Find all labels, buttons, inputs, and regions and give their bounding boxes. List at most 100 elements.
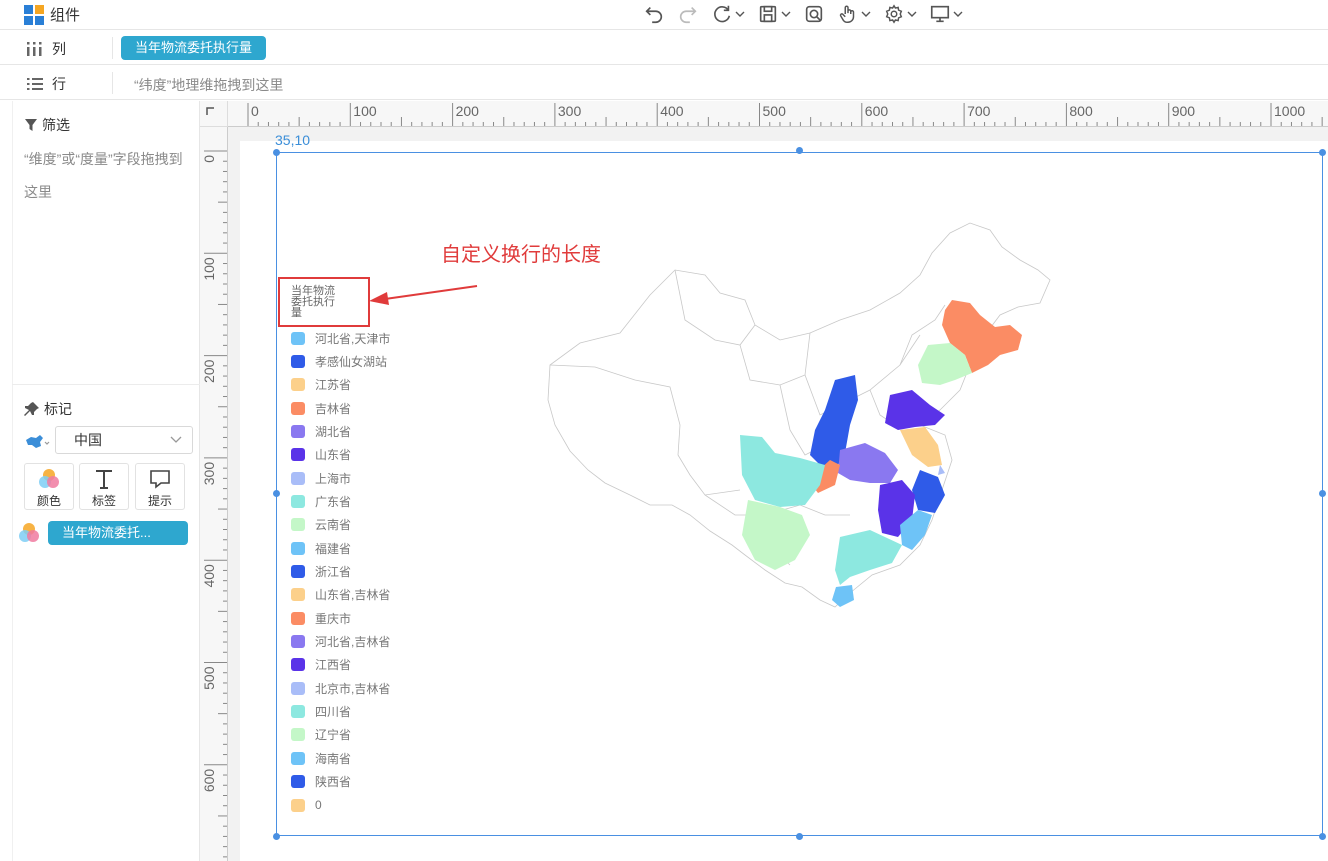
legend-label: 湖北省 bbox=[315, 424, 352, 439]
chevron-down-icon bbox=[907, 11, 917, 17]
resize-handle-w[interactable] bbox=[273, 490, 280, 497]
legend-label: 吉林省 bbox=[315, 401, 352, 416]
legend-swatch bbox=[291, 448, 305, 462]
legend-item[interactable]: 江苏省 bbox=[291, 378, 351, 392]
text-t-icon bbox=[96, 470, 112, 489]
legend-label: 山东省 bbox=[315, 448, 352, 463]
settings-gear-icon bbox=[885, 4, 903, 24]
legend-item[interactable]: 重庆市 bbox=[291, 611, 352, 626]
ruler-label: 700 bbox=[967, 103, 991, 119]
refresh-icon bbox=[714, 5, 731, 23]
legend-item[interactable]: 0 bbox=[291, 798, 322, 812]
legend-swatch bbox=[291, 471, 305, 485]
legend-item[interactable]: 云南省 bbox=[291, 518, 351, 532]
refresh-button[interactable] bbox=[708, 2, 748, 26]
legend-label: 河北省,天津市 bbox=[315, 331, 391, 346]
tooltip-mark-label: 提示 bbox=[147, 494, 172, 508]
resize-handle-n[interactable] bbox=[796, 147, 803, 154]
ruler-label: 100 bbox=[353, 103, 377, 119]
legend-item[interactable]: 福建省 bbox=[291, 541, 351, 556]
legend-item[interactable]: 辽宁省 bbox=[291, 728, 351, 742]
interaction-button[interactable] bbox=[834, 2, 874, 26]
china-map[interactable] bbox=[540, 215, 1060, 775]
column-field-pill[interactable]: 当年物流委托执行量 bbox=[121, 36, 267, 60]
settings-button[interactable] bbox=[880, 2, 920, 26]
ruler-label: 900 bbox=[1172, 103, 1196, 119]
map-type-icon[interactable] bbox=[24, 434, 50, 453]
row-drop-zone[interactable]: “纬度”地理维拖拽到这里 bbox=[134, 75, 283, 95]
legend-label: 云南省 bbox=[315, 518, 352, 533]
resize-handle-e[interactable] bbox=[1319, 490, 1326, 497]
legend-swatch bbox=[291, 681, 305, 695]
legend-swatch bbox=[291, 611, 305, 625]
component-logo-icon bbox=[24, 4, 44, 25]
position-readout: 35,10 bbox=[275, 132, 311, 148]
legend-label: 辽宁省 bbox=[315, 728, 352, 743]
vertical-ruler: 0 100 200 300 400 500 600 bbox=[200, 127, 228, 861]
chevron-down-icon bbox=[735, 11, 745, 17]
legend-item[interactable]: 江西省 bbox=[291, 658, 351, 672]
legend-item[interactable]: 浙江省 bbox=[291, 565, 351, 579]
filter-drop-zone[interactable]: “维度”或“度量”字段拖拽到这里 bbox=[24, 143, 184, 209]
ruler-label: 200 bbox=[456, 103, 480, 119]
legend-label: 0 bbox=[315, 798, 322, 812]
horizontal-ruler: 0 100 200 300 400 500 600 700 800 900 1000 bbox=[228, 101, 1328, 127]
legend-item[interactable]: 山东省,吉林省 bbox=[291, 588, 390, 602]
chevron-down-icon bbox=[861, 11, 871, 17]
color-palette-icon bbox=[19, 523, 39, 542]
legend-swatch bbox=[291, 658, 305, 672]
redo-button[interactable] bbox=[674, 2, 702, 26]
label-mark-button[interactable]: 标签 bbox=[79, 463, 129, 510]
resize-handle-s[interactable] bbox=[796, 833, 803, 840]
legend-label: 山东省,吉林省 bbox=[315, 588, 391, 603]
undo-button[interactable] bbox=[640, 2, 668, 26]
legend-item[interactable]: 陕西省 bbox=[291, 775, 351, 789]
legend-swatch bbox=[291, 541, 305, 555]
resize-handle-nw[interactable] bbox=[273, 149, 280, 156]
ruler-label: 300 bbox=[201, 462, 217, 486]
ruler-label: 0 bbox=[201, 155, 217, 163]
legend-item[interactable]: 湖北省 bbox=[291, 424, 352, 439]
chevron-down-icon bbox=[953, 11, 963, 17]
preview-button[interactable] bbox=[800, 2, 828, 26]
legend-label: 江苏省 bbox=[315, 378, 352, 393]
map-type-select[interactable]: 中国 bbox=[55, 426, 193, 454]
legend-item[interactable]: 海南省 bbox=[291, 751, 351, 766]
legend-label: 上海市 bbox=[315, 471, 352, 486]
resize-handle-ne[interactable] bbox=[1319, 149, 1326, 156]
resize-handle-se[interactable] bbox=[1319, 833, 1326, 840]
legend-item[interactable]: 北京市,吉林省 bbox=[291, 681, 391, 696]
legend-item[interactable]: 广东省 bbox=[291, 494, 351, 509]
legend-label: 北京市,吉林省 bbox=[315, 681, 391, 696]
legend-label: 重庆市 bbox=[315, 611, 352, 626]
legend-item[interactable]: 吉林省 bbox=[291, 401, 352, 416]
display-button[interactable] bbox=[926, 2, 966, 26]
column-shelf: 列 当年物流委托执行量 bbox=[0, 31, 1328, 65]
legend-swatch bbox=[291, 798, 305, 812]
legend-item[interactable]: 山东省 bbox=[291, 448, 351, 462]
shelf-divider bbox=[112, 37, 113, 59]
label-mark-label: 标签 bbox=[91, 494, 116, 508]
filter-title: 筛选 bbox=[42, 117, 70, 133]
color-palette-icon bbox=[39, 469, 59, 488]
legend-item[interactable]: 上海市 bbox=[291, 471, 352, 486]
color-field-pill[interactable]: 当年物流委托... bbox=[48, 521, 188, 545]
rows-icon bbox=[27, 78, 43, 90]
legend-item[interactable]: 四川省 bbox=[291, 705, 351, 719]
ruler-label: 100 bbox=[201, 257, 217, 281]
legend-item[interactable]: 河北省,吉林省 bbox=[291, 635, 390, 649]
legend-label: 江西省 bbox=[315, 658, 352, 673]
ruler-corner[interactable] bbox=[200, 101, 228, 127]
tooltip-mark-button[interactable]: 提示 bbox=[135, 463, 185, 510]
legend-label: 浙江省 bbox=[315, 565, 352, 579]
legend-item[interactable]: 河北省,天津市 bbox=[291, 331, 391, 346]
ruler-label: 0 bbox=[251, 103, 259, 119]
color-mark-button[interactable]: 颜色 bbox=[24, 463, 74, 510]
china-map-icon bbox=[26, 435, 50, 448]
save-button[interactable] bbox=[754, 2, 794, 26]
resize-handle-sw[interactable] bbox=[273, 833, 280, 840]
column-shelf-header: 列 bbox=[26, 39, 112, 59]
legend-label: 四川省 bbox=[315, 705, 352, 720]
chevron-down-icon bbox=[170, 436, 182, 443]
legend-item[interactable]: 孝感仙女湖站 bbox=[291, 354, 387, 369]
